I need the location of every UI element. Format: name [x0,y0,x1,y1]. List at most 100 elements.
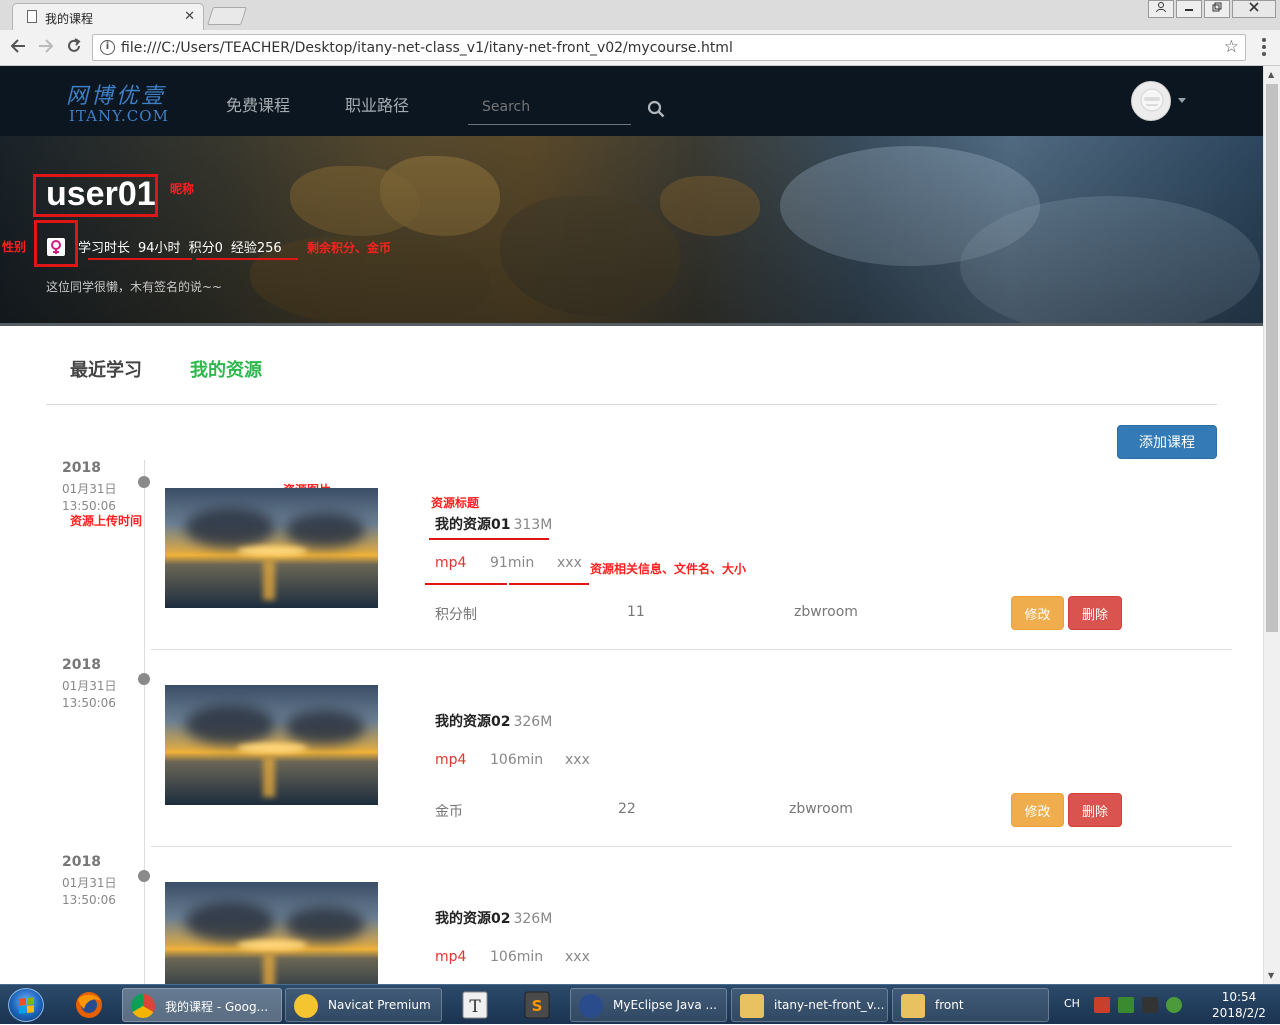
thumb-cloud [285,513,365,548]
folder-icon [740,994,764,1018]
edit-button[interactable]: 修改 [1011,793,1064,827]
back-arrow-icon[interactable] [7,37,29,60]
resource-title[interactable]: 我的资源02 326M [435,711,552,731]
firefox-icon[interactable] [64,989,114,1021]
chrome-icon [131,994,155,1018]
resource-thumbnail[interactable] [165,685,378,805]
start-button[interactable] [8,988,44,1022]
resource-title[interactable]: 我的资源01 313M [435,514,552,534]
scroll-up-icon[interactable]: ▲ [1268,70,1274,79]
taskbar-item-navicat[interactable]: Navicat Premium [285,988,442,1022]
close-window-icon[interactable] [1232,0,1276,18]
site-navbar: 网博优壹 ITANY.COM 免费课程 职业路径 [0,66,1263,136]
delete-button[interactable]: 删除 [1068,596,1122,630]
study-hours: 94小时 [138,241,181,256]
timeline-dot [138,476,150,488]
taskbar-item-folder-front[interactable]: front [892,988,1049,1022]
restore-icon[interactable] [1204,0,1230,18]
resource-owner: zbwroom [794,604,858,620]
resource-size: 326M [513,911,553,927]
search-icon[interactable] [647,100,665,118]
site-logo[interactable]: 网博优壹 [66,78,166,110]
taskbar-item-label: itany-net-front_v... [774,998,885,1012]
content-tabs: 最近学习 我的资源 [46,326,1217,405]
resource-price: 11 [627,604,645,620]
tab-my-resources[interactable]: 我的资源 [190,356,262,382]
forward-arrow-icon[interactable] [35,37,57,60]
thumb-cloud [285,907,365,942]
new-tab-button[interactable] [207,7,247,25]
page-icon [27,10,37,23]
resource-duration: 91min [490,555,535,571]
browser-menu-icon[interactable] [1262,38,1266,56]
resource-type: mp4 [435,752,467,768]
delete-button[interactable]: 删除 [1068,793,1122,827]
resource-title[interactable]: 我的资源02 326M [435,908,552,928]
security-icon[interactable] [1166,997,1182,1013]
svg-text:T: T [469,997,481,1017]
taskbar-item-myeclipse[interactable]: MyEclipse Java ... [570,988,727,1022]
nav-career-path[interactable]: 职业路径 [345,92,409,116]
text-editor-icon[interactable]: T [450,989,500,1021]
address-bar[interactable]: i file:///C:/Users/TEACHER/Desktop/itany… [92,34,1246,61]
record-divider [151,649,1232,650]
language-indicator[interactable]: CH [1064,997,1080,1010]
resource-owner: zbwroom [789,801,853,817]
taskbar-item-label: MyEclipse Java ... [613,998,717,1012]
network-icon[interactable] [1142,997,1158,1013]
user-stats: 学习时长 94小时 积分0 经验256 [78,237,290,256]
reload-icon[interactable] [63,37,85,60]
thumb-cloud [185,508,275,548]
search-field [468,96,631,125]
windows-taskbar: 我的课程 - Goog... Navicat Premium T S MyEcl… [0,984,1280,1024]
user-signature: 这位同学很懒，木有签名的说~~ [46,280,223,294]
record-year: 2018 [62,854,101,870]
folder-icon [901,994,925,1018]
bookmark-star-icon[interactable]: ☆ [1224,37,1239,57]
close-tab-icon[interactable]: ✕ [184,9,195,24]
user-avatar[interactable] [1131,81,1171,121]
chevron-down-icon[interactable] [1178,98,1186,103]
minimize-icon[interactable] [1176,0,1202,18]
resource-title-text[interactable]: 我的资源02 [435,714,510,730]
resource-thumbnail[interactable] [165,488,378,608]
thumb-cloud [185,902,275,942]
system-tray: CH 10:54 2018/2/2 [1058,985,1280,1025]
thumb-sun [237,940,307,950]
taskbar-item-label: Navicat Premium [328,998,431,1012]
user-points: 积分0 [188,241,223,256]
browser-tab-active[interactable]: 我的课程 ✕ [12,3,204,30]
taskbar-item-chrome[interactable]: 我的课程 - Goog... [122,988,282,1022]
resource-pay-type: 积分制 [435,607,477,623]
address-url[interactable]: file:///C:/Users/TEACHER/Desktop/itany-n… [121,40,733,56]
resource-title-text[interactable]: 我的资源02 [435,911,510,927]
timeline-dot [138,870,150,882]
system-clock[interactable]: 10:54 2018/2/2 [1198,989,1280,1021]
add-course-button[interactable]: 添加课程 [1117,425,1217,459]
scroll-down-icon[interactable]: ▼ [1268,971,1274,980]
tab-recent-learning[interactable]: 最近学习 [70,356,142,382]
female-icon [47,238,65,256]
tray-app-icon[interactable] [1118,997,1134,1013]
resource-record: 2018 01月31日 13:50:06 我的资源02 326M mp4 106mi… [0,657,1263,854]
resource-record: 2018 01月31日 13:50:06 我的资源01 313M mp4 91min… [0,460,1263,657]
scrollbar-thumb[interactable] [1266,84,1278,632]
info-icon[interactable]: i [100,40,115,55]
search-input[interactable] [468,97,618,117]
volume-icon[interactable] [1094,997,1110,1013]
resource-duration: 106min [490,949,544,965]
main-content: 最近学习 我的资源 添加课程 资源图片 资源上传时间 资源标题 资源相关信息、文… [0,326,1263,984]
windows-logo-icon [19,997,34,1014]
resource-thumbnail[interactable] [165,882,378,984]
timeline-dot [138,673,150,685]
user-icon[interactable] [1148,0,1174,18]
nav-free-courses[interactable]: 免费课程 [226,92,290,116]
taskbar-item-folder[interactable]: itany-net-front_v... [731,988,888,1022]
page-scrollbar[interactable]: ▲ ▼ [1263,66,1280,984]
site-logo-en[interactable]: ITANY.COM [69,107,169,125]
clock-date: 2018/2/2 [1212,1006,1266,1020]
sublime-icon[interactable]: S [512,989,562,1021]
resource-title-text[interactable]: 我的资源01 [435,517,510,533]
record-date: 01月31日 [62,679,117,693]
edit-button[interactable]: 修改 [1011,596,1064,630]
